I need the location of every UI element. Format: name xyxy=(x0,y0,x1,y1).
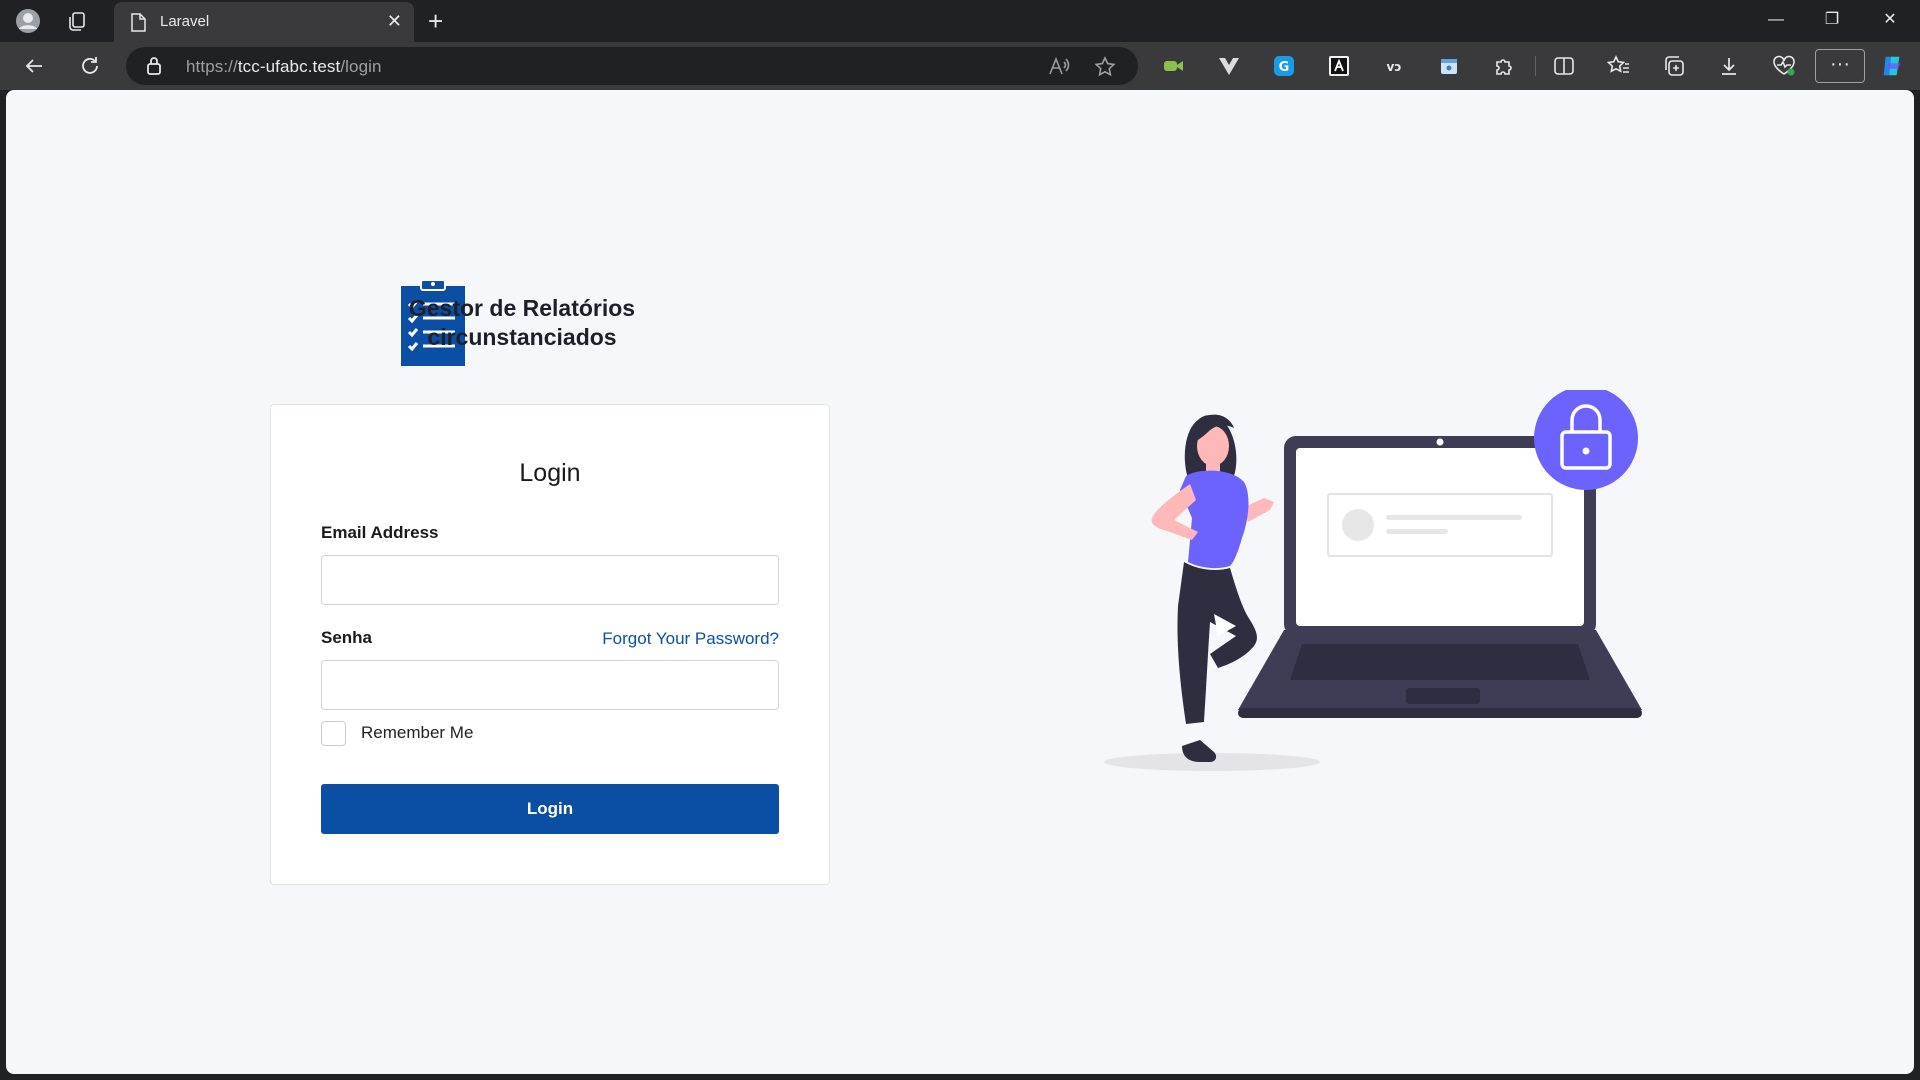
translate-extension-icon[interactable]: G xyxy=(1272,54,1296,78)
close-icon[interactable]: ✕ xyxy=(387,11,402,31)
tab-bar: Laravel ✕ + — ❐ ✕ xyxy=(0,0,1920,42)
remember-me-checkbox[interactable] xyxy=(321,721,346,746)
svg-text:vↄ: vↄ xyxy=(1387,60,1402,74)
download-icon[interactable] xyxy=(1717,54,1741,78)
tab-laravel[interactable]: Laravel ✕ xyxy=(114,2,414,42)
calendar-extension-icon[interactable] xyxy=(1437,54,1461,78)
workspaces-icon[interactable] xyxy=(63,7,91,35)
split-screen-icon[interactable] xyxy=(1552,54,1576,78)
page-icon xyxy=(130,13,146,36)
svg-text:G: G xyxy=(1279,60,1290,75)
brand-line-1: Gestor de Relatórios xyxy=(408,295,636,321)
read-aloud-icon[interactable] xyxy=(1048,56,1070,81)
forgot-password-link[interactable]: Forgot Your Password? xyxy=(602,629,779,649)
login-button[interactable]: Login xyxy=(321,784,779,834)
browser-essentials-icon[interactable] xyxy=(1772,54,1796,78)
favorites-icon[interactable] xyxy=(1607,54,1631,78)
profile-avatar-icon[interactable] xyxy=(14,7,42,35)
collections-icon[interactable] xyxy=(1662,54,1686,78)
woman-laptop-lock-illustration xyxy=(1104,386,1642,771)
puzzle-icon[interactable] xyxy=(1492,54,1516,78)
page-viewport: Gestor de Relatórios circunstanciados Lo… xyxy=(6,90,1914,1074)
lock-icon[interactable] xyxy=(146,56,162,81)
email-label: Email Address xyxy=(321,523,439,542)
copilot-icon[interactable] xyxy=(1880,54,1904,78)
plus-icon[interactable]: + xyxy=(428,8,443,34)
star-icon[interactable] xyxy=(1094,56,1116,82)
email-field[interactable] xyxy=(321,555,779,605)
password-label: Senha xyxy=(321,628,373,647)
minimize-icon[interactable]: — xyxy=(1766,10,1786,30)
url-text: https://tcc-ufabc.test/login xyxy=(186,57,382,76)
video-extension-icon[interactable] xyxy=(1162,54,1186,78)
toolbar-divider xyxy=(1535,56,1536,76)
browser-toolbar: https://tcc-ufabc.test/login G vↄ ··· xyxy=(0,42,1920,90)
brand-line-2: circunstanciados xyxy=(427,324,617,350)
window-close-icon[interactable]: ✕ xyxy=(1880,10,1900,30)
tab-title: Laravel xyxy=(160,13,210,30)
password-field[interactable] xyxy=(321,660,779,710)
restore-icon[interactable]: ❐ xyxy=(1822,10,1842,30)
login-card: Login Email Address Senha Forgot Your Pa… xyxy=(270,404,830,885)
remember-me-label[interactable]: Remember Me xyxy=(361,723,473,743)
back-arrow-icon[interactable] xyxy=(20,52,48,80)
brand-name: Gestor de Relatórios circunstanciados xyxy=(357,294,687,352)
login-title: Login xyxy=(519,459,581,487)
vd-extension-icon[interactable]: vↄ xyxy=(1382,54,1406,78)
a-extension-icon[interactable] xyxy=(1327,54,1351,78)
more-icon[interactable]: ··· xyxy=(1815,49,1865,83)
vue-devtools-icon[interactable] xyxy=(1217,54,1241,78)
address-bar[interactable]: https://tcc-ufabc.test/login xyxy=(126,47,1138,85)
secure-login-illustration xyxy=(1102,386,1662,795)
refresh-icon[interactable] xyxy=(76,52,104,80)
